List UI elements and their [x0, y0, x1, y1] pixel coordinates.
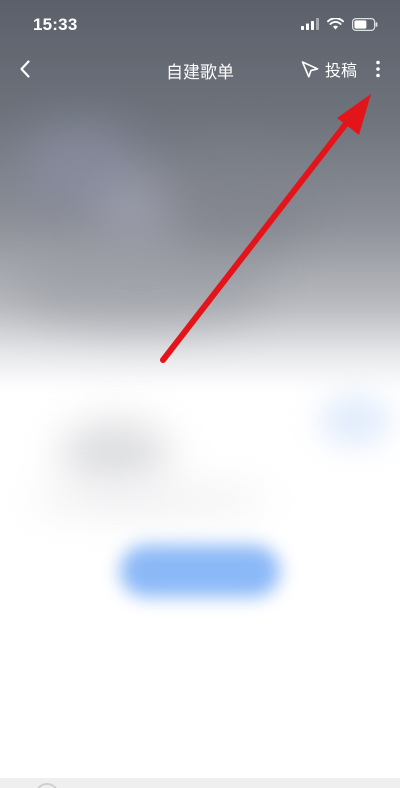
status-icons [301, 16, 378, 32]
submit-button[interactable]: 投稿 [300, 56, 357, 82]
battery-icon [352, 17, 378, 31]
more-vertical-icon [376, 60, 380, 78]
bottom-bar [0, 778, 400, 788]
more-options-button[interactable] [366, 56, 390, 82]
signal-icon [301, 18, 319, 30]
blurred-action-button [120, 545, 280, 597]
blurred-content [30, 480, 270, 520]
paper-plane-icon [301, 61, 319, 78]
navigation-bar: 自建歌单 投稿 [0, 46, 400, 92]
submit-label: 投稿 [325, 61, 358, 80]
status-bar: 15:33 [0, 0, 400, 46]
blurred-content [320, 395, 390, 445]
status-time: 15:33 [33, 15, 78, 34]
blurred-content [10, 240, 270, 330]
screen: 15:33 自建歌单 投稿 [0, 0, 400, 788]
wifi-icon [327, 18, 344, 30]
